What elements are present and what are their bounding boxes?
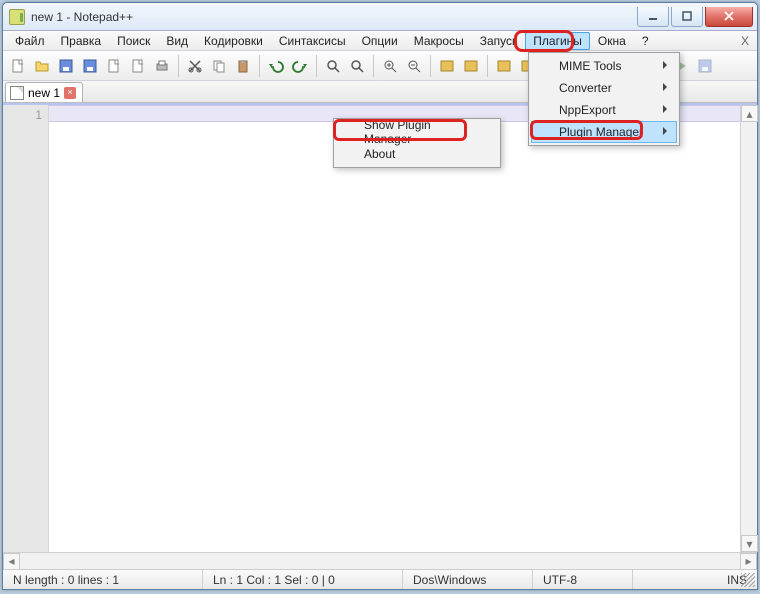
menu-item-label: NppExport bbox=[559, 103, 616, 117]
scroll-up-arrow-icon[interactable]: ▴ bbox=[741, 105, 758, 122]
toolbar-separator bbox=[487, 55, 488, 77]
scroll-right-arrow-icon[interactable]: ▸ bbox=[740, 553, 757, 570]
scroll-left-arrow-icon[interactable]: ◂ bbox=[3, 553, 20, 570]
menu-окна[interactable]: Окна bbox=[590, 32, 634, 50]
copy-button[interactable] bbox=[208, 55, 230, 77]
cut-button[interactable] bbox=[184, 55, 206, 77]
maximize-button[interactable] bbox=[671, 7, 703, 27]
find-button[interactable] bbox=[322, 55, 344, 77]
menu-опции[interactable]: Опции bbox=[354, 32, 406, 50]
menu-макросы[interactable]: Макросы bbox=[406, 32, 472, 50]
menu-синтаксисы[interactable]: Синтаксисы bbox=[271, 32, 354, 50]
save-button[interactable] bbox=[55, 55, 77, 77]
plugins-menu-item[interactable]: Plugin Manager bbox=[531, 121, 677, 143]
status-length: N length : 0 lines : 1 bbox=[3, 570, 203, 589]
toolbar-separator bbox=[373, 55, 374, 77]
close-button[interactable] bbox=[705, 7, 753, 27]
toolbar-separator bbox=[316, 55, 317, 77]
chevron-right-icon bbox=[663, 61, 671, 69]
app-icon bbox=[9, 9, 25, 25]
app-window: new 1 - Notepad++ ФайлПравкаПоискВидКоди… bbox=[2, 2, 758, 590]
menu-item-label: Converter bbox=[559, 81, 612, 95]
window-title: new 1 - Notepad++ bbox=[31, 10, 133, 24]
redo-button[interactable] bbox=[289, 55, 311, 77]
zoom-in-button[interactable] bbox=[379, 55, 401, 77]
replace-button[interactable] bbox=[346, 55, 368, 77]
plugins-menu-item[interactable]: Converter bbox=[531, 77, 677, 99]
status-position: Ln : 1 Col : 1 Sel : 0 | 0 bbox=[203, 570, 403, 589]
editor-area: 1 ▴ ▾ bbox=[3, 103, 757, 552]
menubar-close-icon[interactable]: X bbox=[737, 34, 753, 48]
status-eol: Dos\Windows bbox=[403, 570, 533, 589]
toolbar-separator bbox=[259, 55, 260, 77]
menu-item-label: MIME Tools bbox=[559, 59, 621, 73]
status-encoding: UTF-8 bbox=[533, 570, 633, 589]
chevron-right-icon bbox=[663, 83, 671, 91]
text-area[interactable] bbox=[49, 105, 757, 552]
menubar: ФайлПравкаПоискВидКодировкиСинтаксисыОпц… bbox=[3, 31, 757, 51]
zoom-out-button[interactable] bbox=[403, 55, 425, 77]
file-icon bbox=[10, 86, 24, 100]
sync-h-button[interactable] bbox=[460, 55, 482, 77]
window-buttons bbox=[637, 7, 757, 27]
toolbar-separator bbox=[178, 55, 179, 77]
menu-?[interactable]: ? bbox=[634, 32, 657, 50]
undo-button[interactable] bbox=[265, 55, 287, 77]
menu-плагины[interactable]: Плагины bbox=[525, 32, 590, 50]
scroll-down-arrow-icon[interactable]: ▾ bbox=[741, 535, 758, 552]
menu-поиск[interactable]: Поиск bbox=[109, 32, 158, 50]
minimize-button[interactable] bbox=[637, 7, 669, 27]
document-tab[interactable]: new 1 × bbox=[5, 82, 83, 102]
save-all-button[interactable] bbox=[79, 55, 101, 77]
line-number: 1 bbox=[3, 107, 42, 123]
plugins-menu-item[interactable]: MIME Tools bbox=[531, 55, 677, 77]
wrap-button[interactable] bbox=[493, 55, 515, 77]
close-button[interactable] bbox=[103, 55, 125, 77]
menu-файл[interactable]: Файл bbox=[7, 32, 53, 50]
menu-правка[interactable]: Правка bbox=[53, 32, 110, 50]
plugin-manager-submenu: Show Plugin ManagerAbout bbox=[333, 118, 501, 168]
toolbar-separator bbox=[430, 55, 431, 77]
horizontal-scrollbar[interactable]: ◂ ▸ bbox=[3, 552, 757, 569]
plugins-menu-item[interactable]: NppExport bbox=[531, 99, 677, 121]
menu-вид[interactable]: Вид bbox=[158, 32, 196, 50]
close-all-button[interactable] bbox=[127, 55, 149, 77]
menu-запуск[interactable]: Запуск bbox=[472, 32, 526, 50]
resize-grip[interactable] bbox=[741, 573, 755, 587]
chevron-right-icon bbox=[663, 127, 671, 135]
macro-save-button bbox=[694, 55, 716, 77]
chevron-right-icon bbox=[663, 105, 671, 113]
line-number-gutter: 1 bbox=[3, 105, 49, 552]
print-button[interactable] bbox=[151, 55, 173, 77]
vertical-scrollbar[interactable]: ▴ ▾ bbox=[740, 105, 757, 552]
plugins-dropdown: MIME Tools Converter NppExport Plugin Manag… bbox=[528, 52, 680, 146]
menu-item-label: Show Plugin Manager bbox=[364, 118, 480, 146]
paste-button[interactable] bbox=[232, 55, 254, 77]
sync-v-button[interactable] bbox=[436, 55, 458, 77]
tab-label: new 1 bbox=[28, 86, 60, 100]
status-bar: N length : 0 lines : 1 Ln : 1 Col : 1 Se… bbox=[3, 569, 757, 589]
menu-item-label: About bbox=[364, 147, 395, 161]
new-button[interactable] bbox=[7, 55, 29, 77]
menu-кодировки[interactable]: Кодировки bbox=[196, 32, 271, 50]
menu-item-label: Plugin Manager bbox=[559, 125, 643, 139]
tab-close-icon[interactable]: × bbox=[64, 87, 76, 99]
titlebar: new 1 - Notepad++ bbox=[3, 3, 757, 31]
submenu-item[interactable]: Show Plugin Manager bbox=[336, 121, 498, 143]
open-button[interactable] bbox=[31, 55, 53, 77]
submenu-item[interactable]: About bbox=[336, 143, 498, 165]
